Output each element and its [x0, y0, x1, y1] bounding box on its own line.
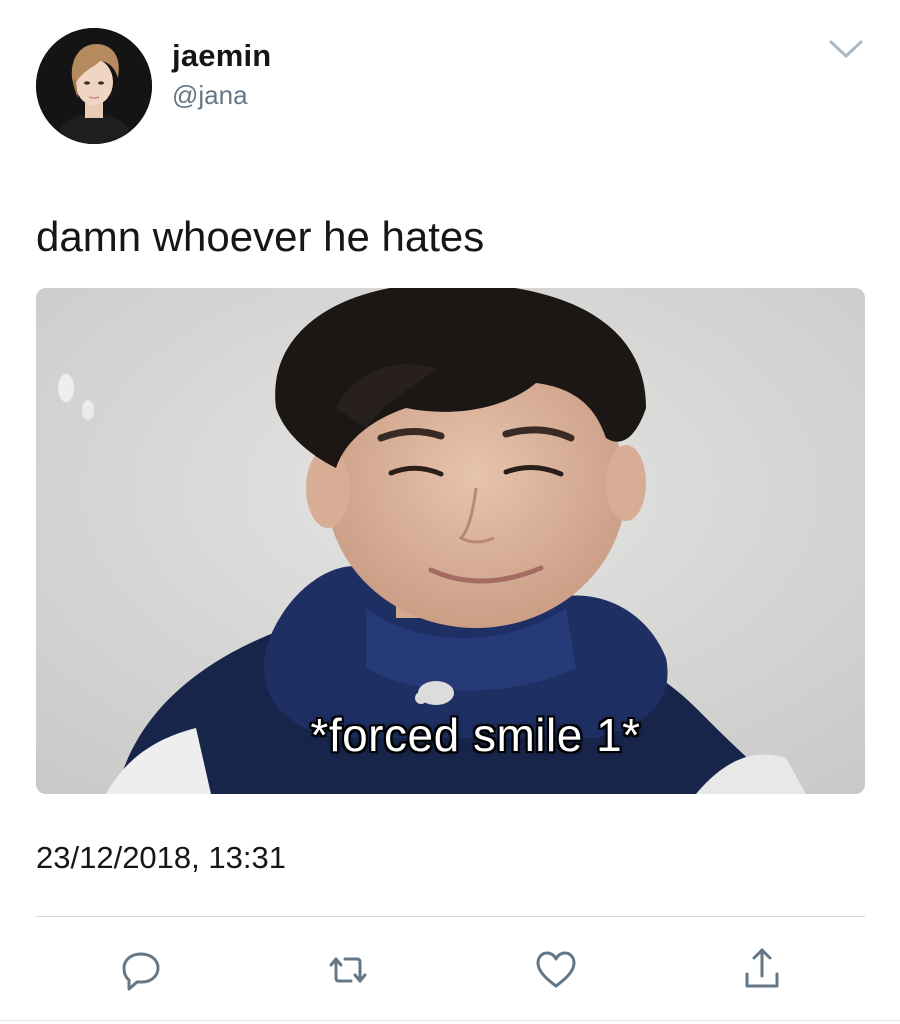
- like-button[interactable]: [526, 940, 586, 1000]
- tweet-card: jaemin @jana damn whoever he hates *forc…: [0, 0, 900, 1024]
- tweet-timestamp[interactable]: 23/12/2018, 13:31: [36, 840, 286, 876]
- bottom-divider: [0, 1020, 900, 1021]
- user-names: jaemin @jana: [172, 38, 271, 110]
- user-handle[interactable]: @jana: [172, 80, 271, 110]
- tweet-media-image[interactable]: *forced smile 1*: [36, 288, 865, 794]
- tweet-actions: [36, 940, 865, 1000]
- retweet-button[interactable]: [318, 940, 378, 1000]
- share-icon: [745, 948, 779, 988]
- display-name[interactable]: jaemin: [172, 38, 271, 74]
- chevron-down-icon[interactable]: [826, 36, 866, 62]
- divider: [36, 916, 865, 917]
- avatar-image: [36, 28, 152, 144]
- tweet-text: damn whoever he hates: [36, 213, 485, 260]
- tweet-header: jaemin @jana: [36, 28, 866, 146]
- avatar[interactable]: [36, 28, 152, 144]
- retweet-icon: [329, 957, 367, 983]
- reply-icon: [122, 952, 160, 991]
- media-caption: *forced smile 1*: [310, 709, 641, 761]
- share-button[interactable]: [732, 940, 792, 1000]
- heart-icon: [536, 951, 576, 988]
- reply-button[interactable]: [111, 940, 171, 1000]
